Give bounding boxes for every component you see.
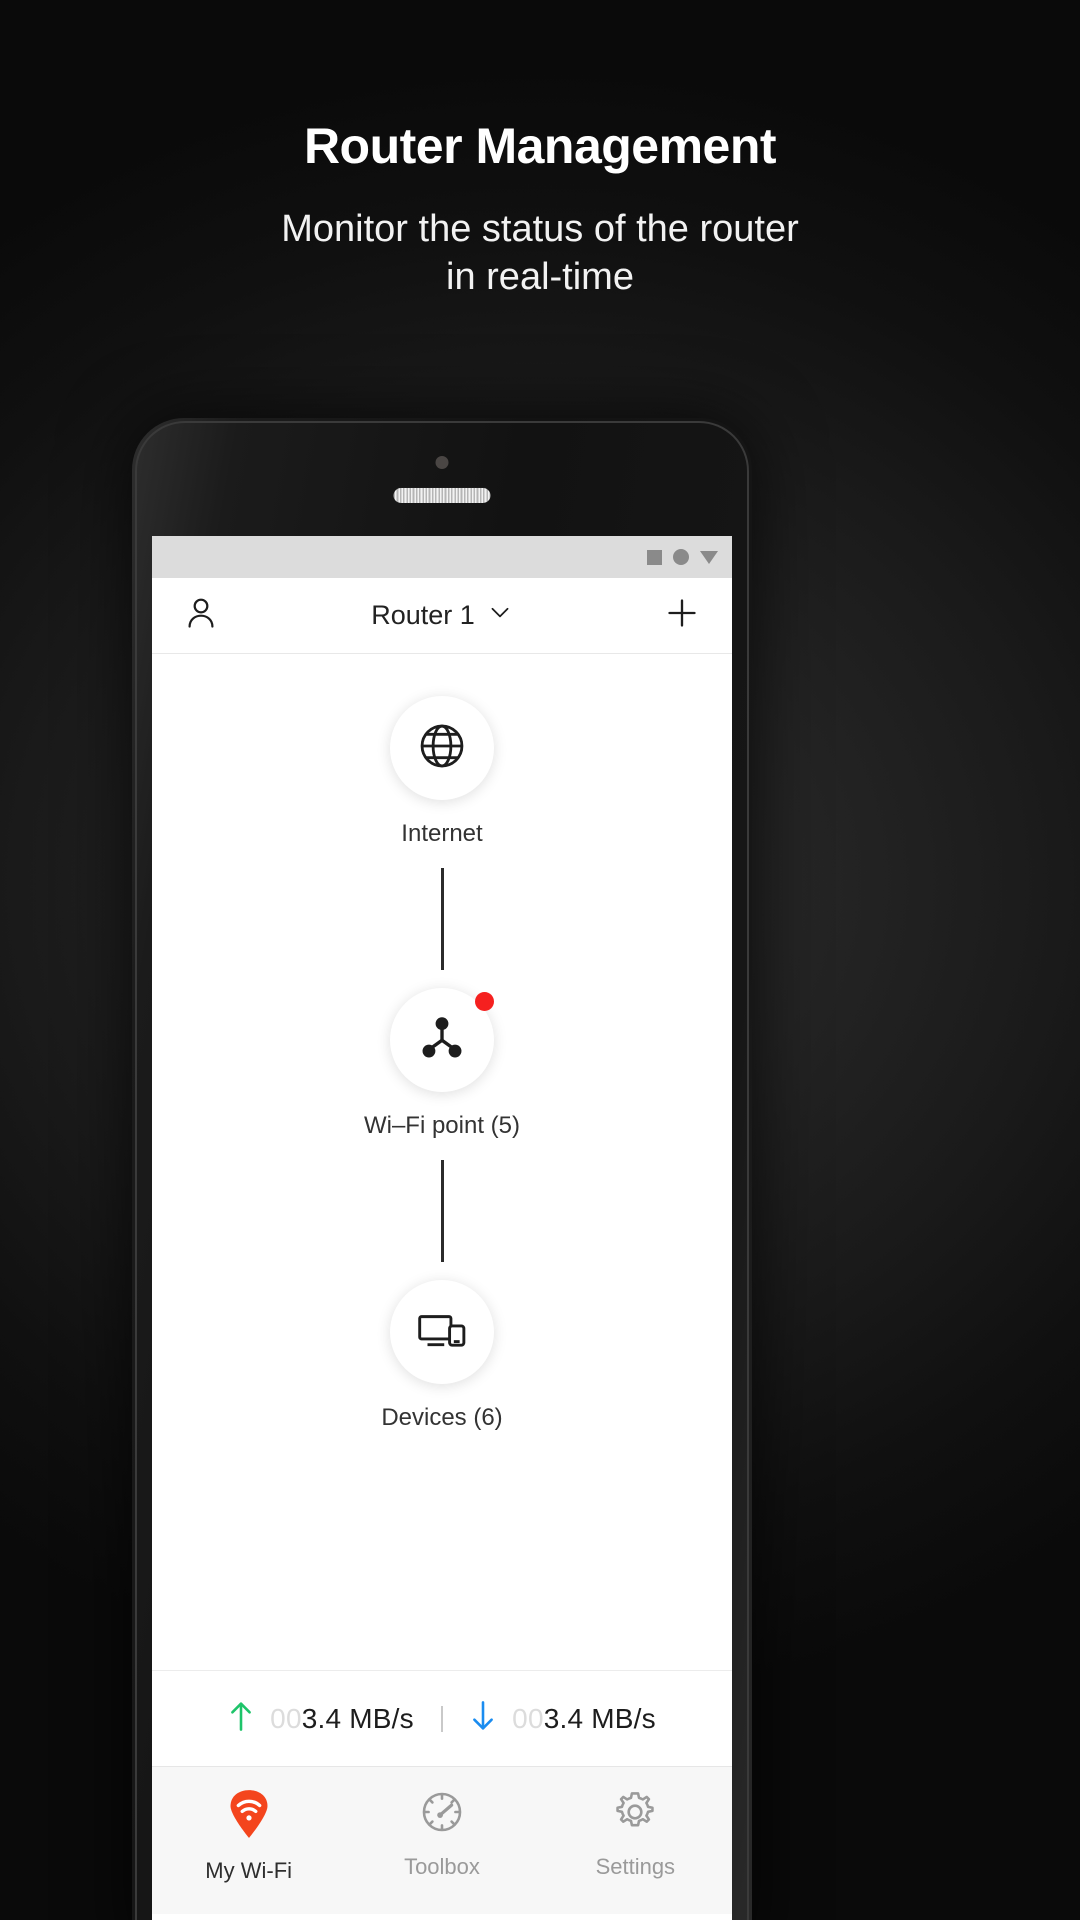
topology-node-wifi-point[interactable]: Wi–Fi point (5) [364, 988, 520, 1140]
connector-internet-to-wifi [440, 868, 444, 970]
page-title: Router Management [303, 118, 777, 174]
bottom-tab-bar: My Wi-Fi Toolbox Settings [152, 1766, 732, 1914]
download-value-text: 3.4 MB/s [543, 1702, 656, 1734]
topology-node-internet[interactable]: Internet [390, 696, 494, 848]
router-name-label: Router 1 [371, 600, 475, 630]
topology-node-devices[interactable]: Devices (6) [381, 1280, 503, 1432]
devices-node-label: Devices (6) [381, 1404, 503, 1431]
app-navbar: Router 1 [152, 578, 732, 654]
triangle-down-icon [700, 550, 718, 564]
tab-my-wifi[interactable]: My Wi-Fi [152, 1789, 345, 1884]
mesh-node-icon [415, 1011, 469, 1070]
globe-icon [416, 720, 468, 777]
page-subtitle-line1: Monitor the status of the router [281, 208, 799, 250]
wifi-point-node-circle [389, 988, 494, 1092]
page-subtitle-line2: in real-time [446, 255, 634, 298]
speed-bar: 003.4 MB/s 003.4 MB/s [152, 1670, 732, 1766]
arrow-down-icon [470, 1700, 496, 1737]
connector-wifi-to-devices [440, 1160, 444, 1262]
upload-speed-value: 003.4 MB/s [270, 1703, 414, 1735]
upload-leading-zeros: 00 [270, 1702, 302, 1734]
download-speed: 003.4 MB/s [443, 1700, 683, 1737]
upload-speed: 003.4 MB/s [201, 1700, 441, 1737]
status-badge [474, 992, 494, 1011]
speedometer-icon [419, 1789, 465, 1840]
gear-icon [612, 1789, 658, 1840]
tab-my-wifi-label: My Wi-Fi [205, 1858, 293, 1883]
front-camera [435, 456, 449, 469]
router-selector[interactable]: Router 1 [152, 599, 732, 632]
upload-value-text: 3.4 MB/s [301, 1702, 414, 1734]
wifi-pin-icon [226, 1789, 272, 1844]
tab-settings-label: Settings [595, 1854, 676, 1879]
internet-node-circle [390, 696, 494, 800]
network-topology: Internet Wi–Fi point (5) Devices (6) [152, 654, 732, 1670]
status-bar [152, 536, 732, 578]
phone-screen: Router 1 Internet Wi–Fi point (5) Device… [152, 536, 732, 1920]
earpiece-speaker [393, 488, 491, 503]
page-subtitle: Monitor the status of the router in real… [0, 206, 1080, 302]
square-icon [647, 549, 662, 565]
devices-node-circle [389, 1280, 494, 1384]
devices-icon [413, 1301, 471, 1364]
tab-toolbox[interactable]: Toolbox [345, 1789, 538, 1880]
circle-icon [673, 549, 689, 565]
promo-header: Router Management Monitor the status of … [0, 0, 1080, 302]
download-speed-value: 003.4 MB/s [512, 1703, 656, 1735]
phone-mockup: Router 1 Internet Wi–Fi point (5) Device… [132, 418, 752, 1920]
chevron-down-icon [487, 599, 513, 632]
arrow-up-icon [228, 1700, 254, 1737]
internet-node-label: Internet [401, 820, 483, 847]
tab-settings[interactable]: Settings [539, 1789, 732, 1880]
tab-toolbox-label: Toolbox [404, 1854, 480, 1879]
person-icon[interactable] [182, 594, 220, 637]
download-leading-zeros: 00 [512, 1702, 544, 1734]
wifi-point-node-label: Wi–Fi point (5) [363, 1112, 521, 1139]
plus-icon[interactable] [662, 593, 702, 638]
